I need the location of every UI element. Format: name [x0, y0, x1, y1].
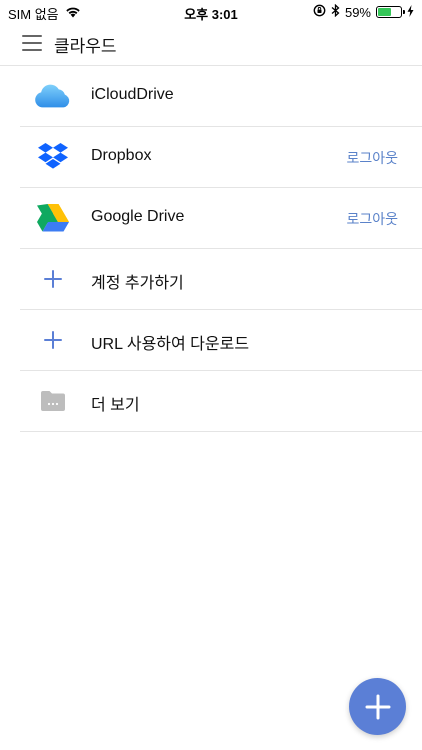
- list-item-add-account[interactable]: 계정 추가하기: [20, 249, 422, 310]
- list-item-url-download[interactable]: URL 사용하여 다운로드: [20, 310, 422, 371]
- folder-icon: [34, 385, 72, 417]
- dropbox-logout-link[interactable]: 로그아웃: [346, 148, 398, 168]
- orientation-lock-icon: [313, 4, 326, 20]
- page-title: 클라우드: [54, 37, 117, 56]
- header: 클라우드: [0, 26, 422, 66]
- battery-percent: 59%: [344, 4, 371, 20]
- list-item-more[interactable]: 더 보기: [20, 371, 422, 432]
- hamburger-menu-icon[interactable]: [22, 35, 42, 51]
- google-drive-logout-link[interactable]: 로그아웃: [346, 209, 398, 229]
- list-item-label: 계정 추가하기: [91, 275, 184, 292]
- list-item-label: 더 보기: [91, 397, 140, 414]
- list-item-label: URL 사용하여 다운로드: [91, 336, 250, 353]
- add-fab-button[interactable]: [349, 678, 406, 735]
- battery-level: [378, 8, 391, 16]
- plus-icon: [34, 324, 72, 356]
- dropbox-icon: [34, 141, 72, 173]
- status-bar: SIM 없음 오후 3:01 59%: [0, 0, 422, 24]
- cloud-list: iCloudDrive Dropbox 로그아웃 Google Drive 로그…: [20, 66, 422, 432]
- plus-icon: [365, 694, 390, 719]
- status-right: 59%: [313, 3, 414, 20]
- battery-icon: [376, 6, 405, 18]
- list-item-google-drive[interactable]: Google Drive 로그아웃: [20, 188, 422, 249]
- bluetooth-icon: [331, 3, 340, 20]
- list-item-dropbox[interactable]: Dropbox 로그아웃: [20, 127, 422, 188]
- list-item-label: Google Drive: [91, 208, 185, 225]
- charging-icon: [407, 4, 414, 20]
- list-item-label: Dropbox: [91, 147, 152, 164]
- list-item-icloud-drive[interactable]: iCloudDrive: [20, 66, 422, 127]
- google-drive-icon: [34, 202, 72, 234]
- plus-icon: [34, 263, 72, 295]
- list-item-label: iCloudDrive: [91, 86, 174, 103]
- icloud-icon: [34, 80, 72, 112]
